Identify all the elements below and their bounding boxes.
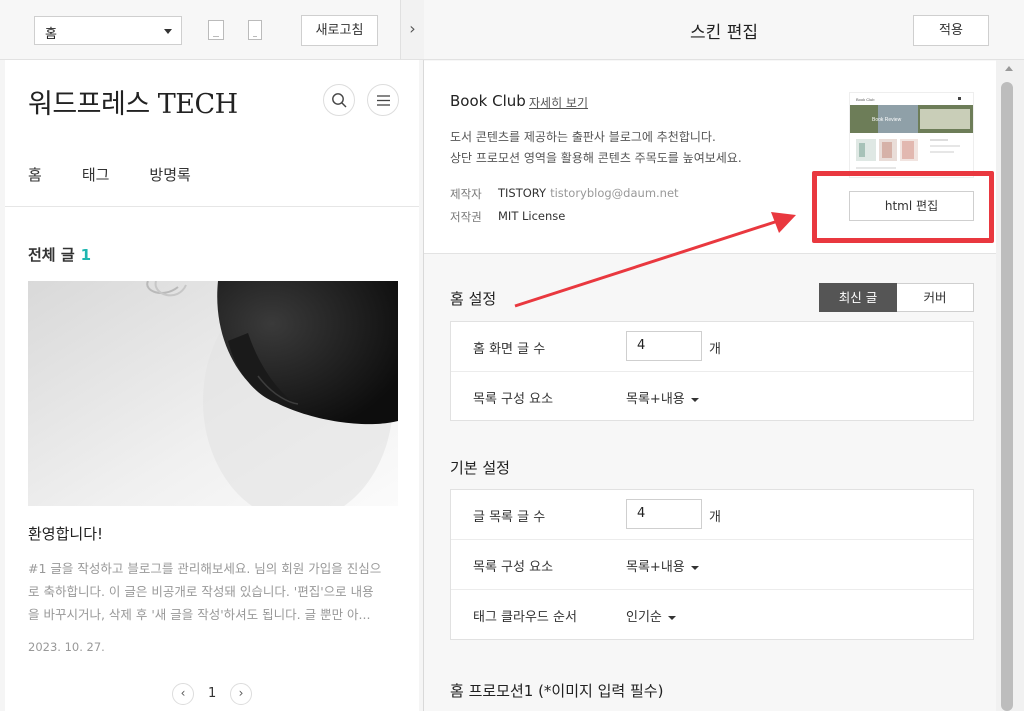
settings-row: 태그 클라우드 순서 인기순 <box>451 590 973 640</box>
dropdown-value: 인기순 <box>626 610 662 625</box>
post-excerpt: #1 글을 작성하고 블로그를 관리해보세요. 님의 회원 가입을 진심으로 축… <box>28 561 382 622</box>
mug-photo <box>28 281 398 506</box>
hamburger-icon <box>377 95 390 106</box>
home-post-count-input[interactable]: 4 <box>626 331 702 361</box>
license-value: MIT License <box>498 209 566 223</box>
maker-name: TISTORY <box>498 186 547 200</box>
list-elements-dropdown[interactable]: 목록+내용 <box>626 556 699 575</box>
post-date: 2023. 10. 27. <box>28 640 105 654</box>
nav-item-tags[interactable]: 태그 <box>82 164 110 185</box>
home-mode-toggle: 최신 글 커버 <box>819 283 974 312</box>
row-label: 홈 화면 글 수 <box>473 342 546 357</box>
skin-desc-line-1: 도서 콘텐츠를 제공하는 출판사 블로그에 추천합니다. <box>450 130 716 144</box>
post-thumbnail[interactable] <box>28 281 398 506</box>
list-post-count-input[interactable]: 4 <box>626 499 702 529</box>
post-title[interactable]: 환영합니다! <box>28 523 103 544</box>
skin-editor-pane: 스킨 편집 적용 Book Club 자세히 보기 도서 콘텐츠를 제공하는 출… <box>424 0 1024 711</box>
caret-down-icon <box>690 565 699 570</box>
tag-cloud-order-dropdown[interactable]: 인기순 <box>626 606 676 625</box>
caret-down-icon <box>690 397 699 402</box>
refresh-button[interactable]: 새로고침 <box>301 15 378 46</box>
caret-down-icon <box>667 615 676 620</box>
basic-settings-card: 글 목록 글 수 4 개 목록 구성 요소 목록+내용 태그 클라우드 순서 인… <box>450 489 974 640</box>
dropdown-value: 목록+내용 <box>626 392 685 407</box>
page-select-value: 홈 <box>45 27 57 42</box>
all-posts-label: 전체 글 <box>28 246 75 264</box>
all-posts-heading: 전체 글 1 <box>28 244 91 265</box>
nav-item-home[interactable]: 홈 <box>28 164 42 185</box>
blog-nav: 홈 태그 방명록 <box>28 164 191 185</box>
blog-preview-frame: 워드프레스 TECH 홈 태그 방명록 전체 글 1 환영합니다! #1 글을 작… <box>5 60 419 711</box>
home-settings-card: 홈 화면 글 수 4 개 목록 구성 요소 목록+내용 <box>450 321 974 421</box>
page-select[interactable]: 홈 <box>34 16 182 45</box>
blog-title[interactable]: 워드프레스 TECH <box>28 82 238 121</box>
dropdown-value: 목록+내용 <box>626 560 685 575</box>
scroll-up-arrow-icon[interactable] <box>1005 66 1013 71</box>
settings-row: 목록 구성 요소 목록+내용 <box>451 540 973 590</box>
annotation-highlight-box <box>812 171 994 243</box>
settings-row: 목록 구성 요소 목록+내용 <box>451 372 973 422</box>
divider <box>5 206 419 207</box>
search-icon <box>332 93 347 108</box>
maker-label: 제작자 <box>450 187 482 201</box>
prev-page-button[interactable]: ‹ <box>172 683 194 705</box>
preview-toolbar: 홈 새로고침 <box>0 0 400 60</box>
promo-section-title: 홈 프로모션1 (*이미지 입력 필수) <box>450 682 664 700</box>
thumb-brand: Book Club <box>856 97 875 102</box>
desktop-view-icon[interactable] <box>208 20 224 40</box>
license-label: 저작권 <box>450 210 482 224</box>
skin-detail-link[interactable]: 자세히 보기 <box>529 94 588 111</box>
toggle-latest-posts[interactable]: 최신 글 <box>819 283 897 312</box>
collapse-preview-button[interactable]: › <box>400 0 424 60</box>
row-label: 목록 구성 요소 <box>473 392 554 407</box>
nav-item-guestbook[interactable]: 방명록 <box>149 164 190 185</box>
next-page-button[interactable]: › <box>230 683 252 705</box>
unit-label: 개 <box>709 342 721 357</box>
settings-row: 홈 화면 글 수 4 개 <box>451 322 973 372</box>
skin-thumbnail-art: Book Club Book Review <box>850 93 973 177</box>
search-button[interactable] <box>323 84 355 116</box>
blog-preview-pane: 홈 새로고침 › 워드프레스 TECH 홈 태그 방명록 전체 글 1 환영합니… <box>0 0 424 711</box>
current-page[interactable]: 1 <box>208 686 216 701</box>
unit-label: 개 <box>709 510 721 525</box>
maker-value: TISTORY tistoryblog@daum.net <box>498 186 679 200</box>
skin-thumbnail: Book Club Book Review <box>849 92 974 178</box>
editor-header: 스킨 편집 적용 <box>424 0 1024 60</box>
post-count: 1 <box>80 246 92 264</box>
home-settings-title: 홈 설정 <box>450 290 497 308</box>
mobile-view-icon[interactable] <box>248 20 262 40</box>
skin-name: Book Club <box>450 92 526 110</box>
row-label: 태그 클라우드 순서 <box>473 610 577 625</box>
maker-email: tistoryblog@daum.net <box>550 186 679 200</box>
thumb-banner: Book Review <box>872 117 902 123</box>
basic-settings-title: 기본 설정 <box>450 459 510 477</box>
scrollbar-thumb[interactable] <box>1001 82 1013 711</box>
apply-button[interactable]: 적용 <box>913 15 989 46</box>
settings-row: 글 목록 글 수 4 개 <box>451 490 973 540</box>
menu-button[interactable] <box>367 84 399 116</box>
scrollbar[interactable] <box>996 60 1024 711</box>
skin-desc-line-2: 상단 프로모션 영역을 활용해 콘텐츠 주목도를 높여보세요. <box>450 151 742 165</box>
chevron-down-icon <box>164 29 172 34</box>
toggle-cover[interactable]: 커버 <box>897 283 974 312</box>
home-list-elements-dropdown[interactable]: 목록+내용 <box>626 388 699 407</box>
row-label: 목록 구성 요소 <box>473 560 554 575</box>
row-label: 글 목록 글 수 <box>473 510 546 525</box>
skin-description: 도서 콘텐츠를 제공하는 출판사 블로그에 추천합니다. 상단 프로모션 영역을… <box>450 127 742 169</box>
